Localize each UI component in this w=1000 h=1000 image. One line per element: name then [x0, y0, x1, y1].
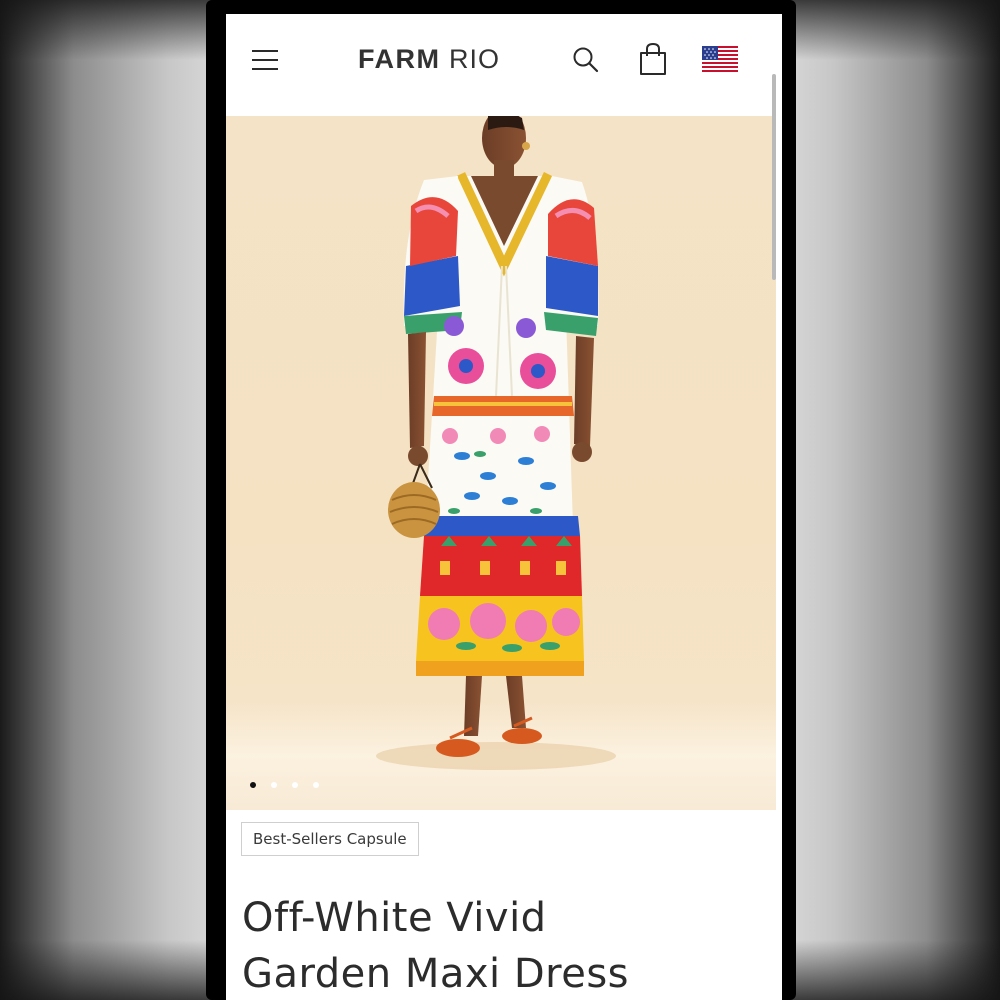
gallery-dot-3[interactable] — [292, 781, 298, 788]
hamburger-menu-icon[interactable] — [252, 48, 282, 72]
phone-frame: FARM RIO Best-Sellers Capsule Off-White … — [206, 0, 796, 1000]
search-icon[interactable] — [572, 46, 600, 74]
product-image-gallery[interactable] — [226, 116, 776, 810]
gallery-dot-4[interactable] — [313, 781, 319, 788]
gallery-dot-2[interactable] — [271, 781, 277, 788]
top-navigation-bar: FARM RIO — [226, 14, 782, 116]
product-title-line-1: Off-White Vivid — [242, 895, 547, 941]
collection-badge[interactable]: Best-Sellers Capsule — [241, 822, 419, 856]
gallery-dot-1[interactable] — [250, 781, 256, 788]
brand-logo[interactable]: FARM RIO — [358, 44, 500, 76]
product-photo — [376, 116, 616, 770]
product-title-line-2: Garden Maxi Dress — [242, 951, 629, 997]
background-blur-left — [0, 0, 210, 1000]
gallery-pagination — [250, 774, 334, 788]
product-title: Off-White Vivid Garden Maxi Dress — [242, 890, 772, 1000]
us-flag-icon[interactable] — [702, 46, 738, 72]
background-blur-right — [790, 0, 1000, 1000]
app-screen: FARM RIO Best-Sellers Capsule Off-White … — [226, 14, 782, 1000]
logo-primary-text: FARM — [358, 44, 441, 74]
shopping-bag-icon[interactable] — [638, 42, 668, 76]
logo-secondary-text: RIO — [449, 44, 501, 74]
page-scrollbar[interactable] — [772, 74, 776, 280]
